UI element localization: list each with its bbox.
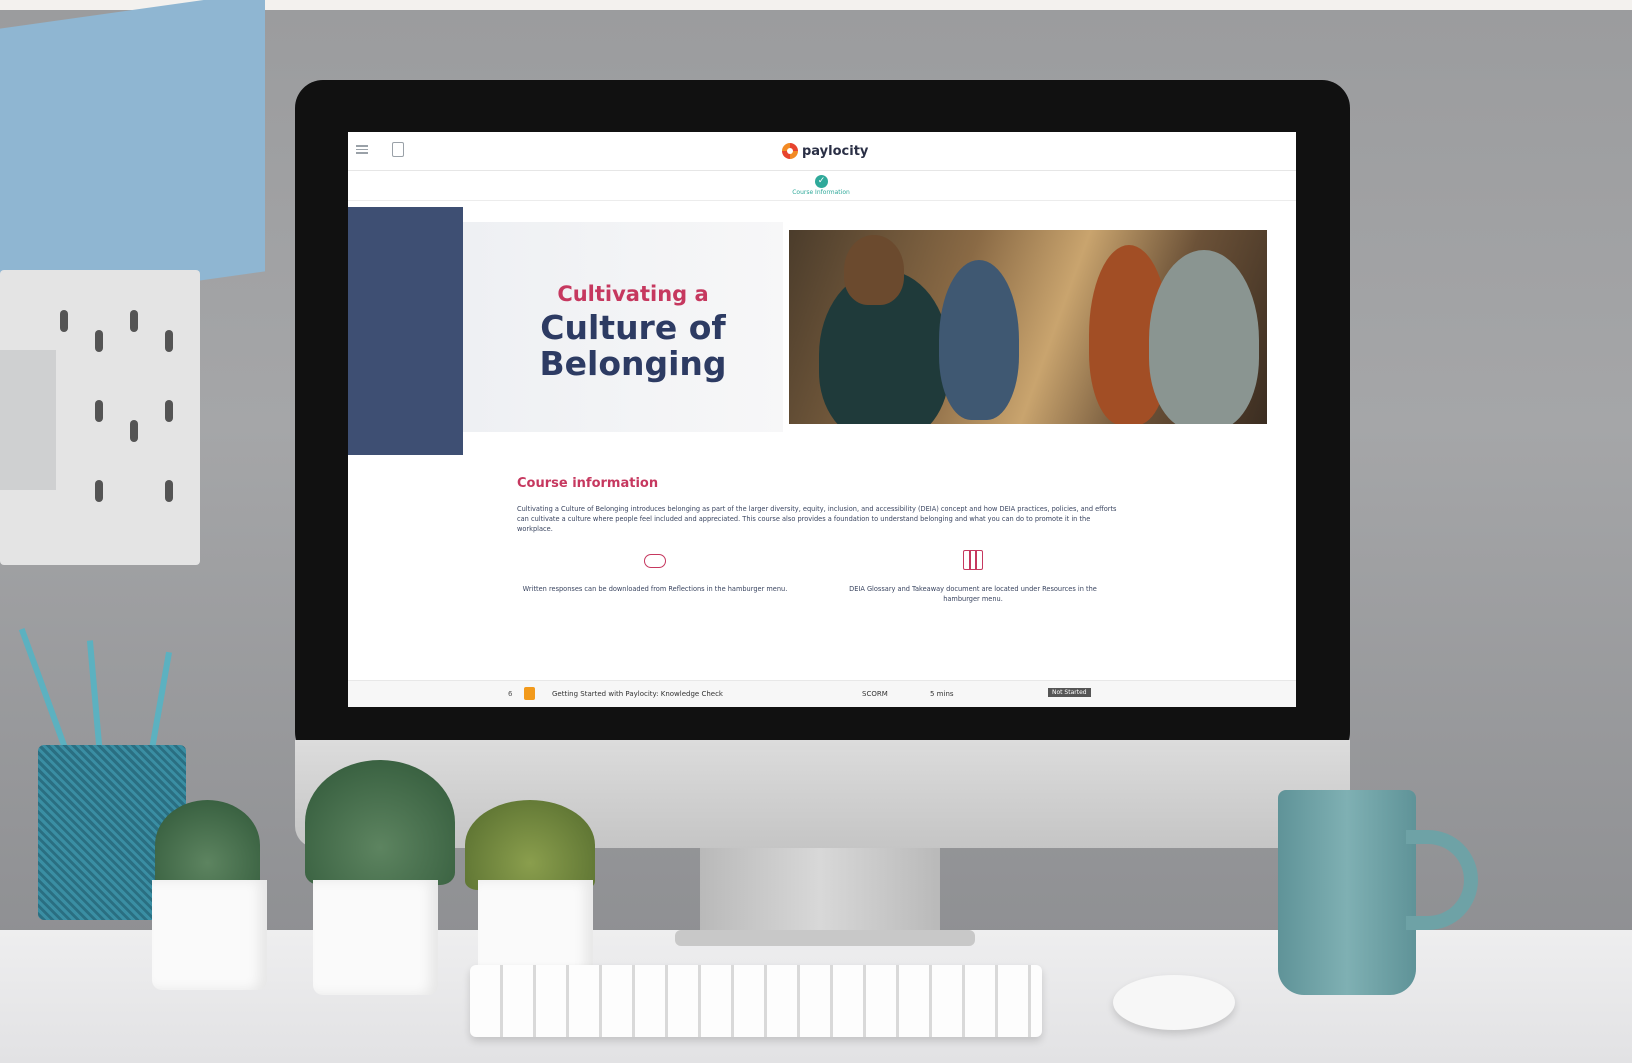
top-bar: paylocity <box>348 132 1296 171</box>
peg <box>165 330 173 352</box>
hero-title: Culture of Belonging <box>498 310 768 382</box>
cloud-download-icon <box>644 554 666 568</box>
monitor-stand-base <box>675 930 975 946</box>
photo-figure <box>1149 250 1259 424</box>
paylocity-logo-icon <box>782 143 798 159</box>
brand-logo: paylocity <box>782 141 868 161</box>
status-badge: Not Started <box>1048 688 1091 697</box>
banner-accent-block <box>348 207 463 455</box>
progress-step-label: Course Information <box>792 189 850 196</box>
books-icon <box>963 550 983 570</box>
hero-title-line: Culture of <box>540 308 726 347</box>
wall-folder <box>0 0 265 309</box>
peg <box>60 310 68 332</box>
succulent-plant <box>305 760 455 885</box>
info-text: DEIA Glossary and Takeaway document are … <box>849 585 1097 603</box>
logo-text: paylocity <box>802 143 869 159</box>
hamburger-menu-icon[interactable] <box>356 145 368 154</box>
row-number: 6 <box>508 690 513 698</box>
resources-info: DEIA Glossary and Takeaway document are … <box>834 550 1112 604</box>
peg <box>95 400 103 422</box>
keyboard <box>470 965 1042 1037</box>
succulent-plant <box>155 800 260 890</box>
peg <box>165 400 173 422</box>
photo-figure <box>939 260 1019 420</box>
hero-title-line: Belonging <box>539 344 727 383</box>
hero-subtitle: Cultivating a <box>557 282 709 306</box>
peg <box>130 310 138 332</box>
course-info-body: Cultivating a Culture of Belonging intro… <box>517 505 1117 533</box>
plant-pot <box>313 880 438 995</box>
reflections-info: Written responses can be downloaded from… <box>516 554 794 594</box>
row-title[interactable]: Getting Started with Paylocity: Knowledg… <box>552 690 723 698</box>
hero-photo <box>789 230 1267 424</box>
mouse <box>1113 975 1235 1030</box>
monitor-stand <box>700 846 940 936</box>
peg <box>95 330 103 352</box>
peg <box>130 420 138 442</box>
wall-cup-holder <box>0 350 56 490</box>
row-duration: 5 mins <box>930 690 954 698</box>
photo-figure <box>844 235 904 305</box>
monitor-screen: paylocity ✓ Course Information Cultivati… <box>348 132 1296 707</box>
peg <box>165 480 173 502</box>
check-icon[interactable]: ✓ <box>815 175 828 188</box>
course-list-row[interactable]: 6 Getting Started with Paylocity: Knowle… <box>348 680 1296 707</box>
coffee-mug <box>1278 790 1416 995</box>
scorm-icon <box>524 687 535 700</box>
info-text: Written responses can be downloaded from… <box>522 585 788 593</box>
succulent-plant <box>465 800 595 890</box>
course-info-title: Course information <box>517 476 659 491</box>
desk-scene: paylocity ✓ Course Information Cultivati… <box>0 0 1632 1063</box>
plant-pot <box>152 880 267 990</box>
course-progress: ✓ Course Information <box>348 170 1296 201</box>
document-icon[interactable] <box>392 142 404 157</box>
row-type: SCORM <box>862 690 888 698</box>
peg <box>95 480 103 502</box>
